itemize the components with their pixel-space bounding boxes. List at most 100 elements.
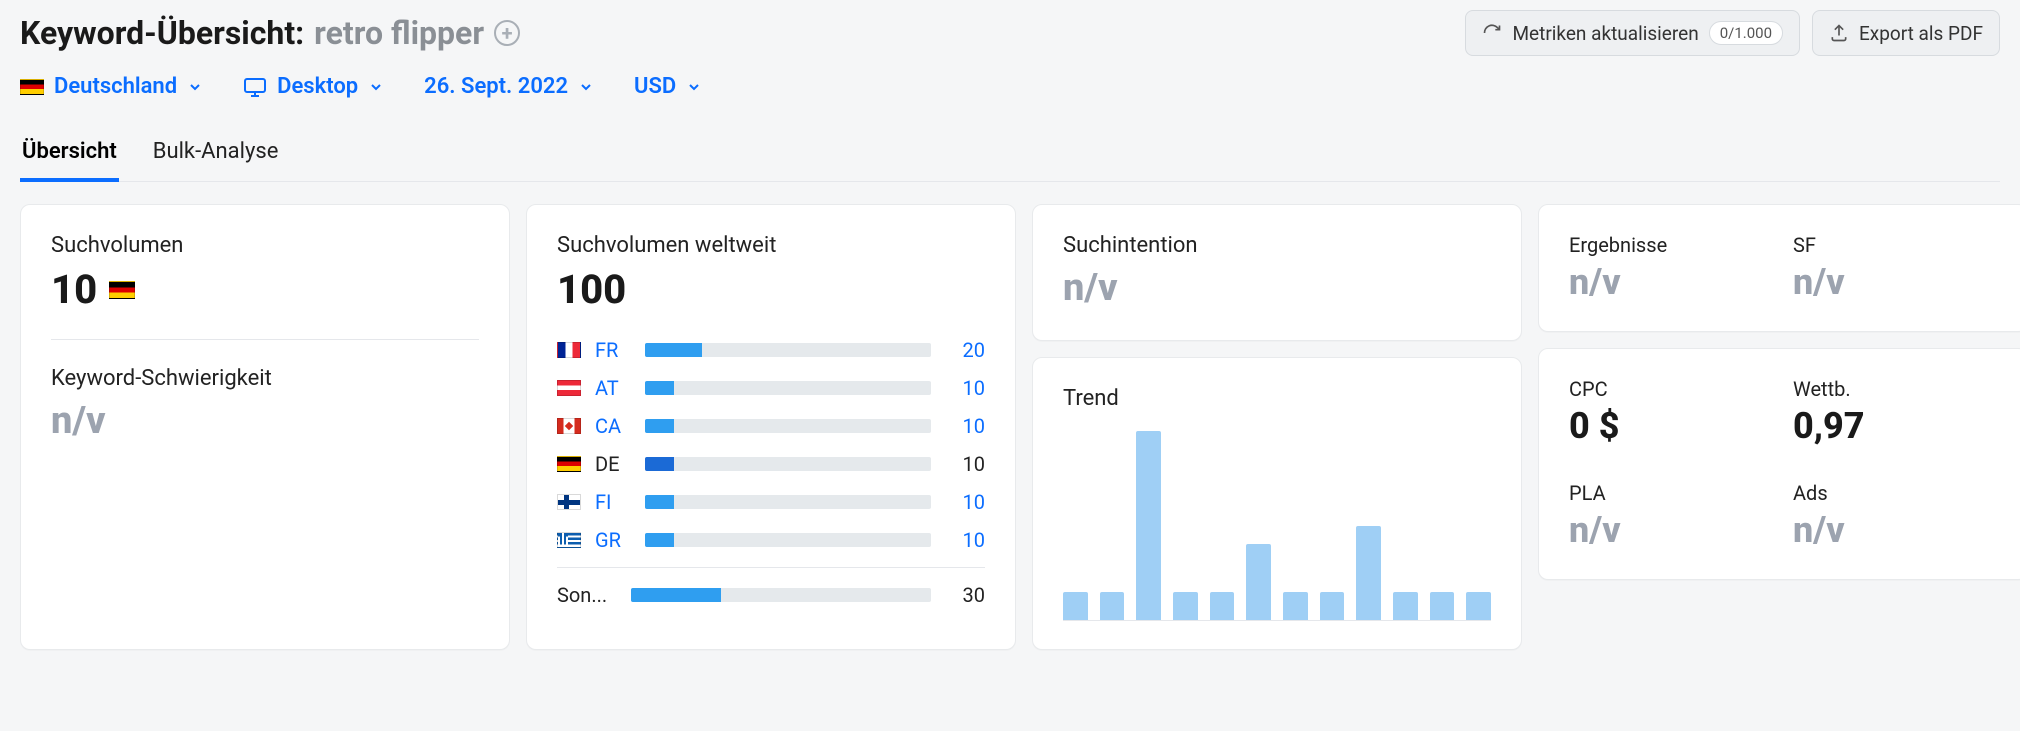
country-row-fi[interactable]: FI 10 [557, 483, 985, 521]
trend-chart [1063, 431, 1491, 621]
search-volume-number: 10 [51, 266, 97, 313]
cpc-label: CPC [1569, 377, 1773, 401]
trend-bar [1136, 431, 1161, 620]
currency-filter-label: USD [634, 74, 676, 99]
flag-fr-icon [557, 342, 581, 358]
volume-bar [645, 533, 931, 547]
metric-cpc: CPC 0 $ [1569, 377, 1773, 447]
comp-label: Wettb. [1793, 377, 1997, 401]
metric-sf: SF n/v [1793, 233, 1997, 303]
refresh-label: Metriken aktualisieren [1512, 22, 1698, 45]
country-volume-value: 10 [945, 528, 985, 552]
trend-bar [1320, 592, 1345, 620]
country-code: DE [595, 452, 631, 476]
results-label: Ergebnisse [1569, 233, 1773, 257]
country-row-fr[interactable]: FR20 [557, 331, 985, 369]
country-filter[interactable]: Deutschland [20, 74, 203, 99]
date-filter[interactable]: 26. Sept. 2022 [424, 74, 594, 99]
country-row-gr[interactable]: GR 10 [557, 521, 985, 559]
tab-bulk[interactable]: Bulk-Analyse [151, 129, 281, 181]
title-prefix: Keyword-Übersicht: [20, 14, 304, 52]
sf-label: SF [1793, 233, 1997, 257]
tab-bar: Übersicht Bulk-Analyse [20, 129, 2000, 182]
country-code: GR [595, 528, 631, 552]
chevron-down-icon [578, 79, 594, 95]
chevron-down-icon [686, 79, 702, 95]
trend-bar [1430, 592, 1455, 620]
ads-value: n/v [1793, 509, 1997, 551]
search-volume-value: 10 [51, 266, 479, 313]
country-volume-value: 10 [945, 452, 985, 476]
trend-bar [1283, 592, 1308, 620]
volume-bar [645, 495, 931, 509]
flag-de-icon [20, 79, 44, 95]
flag-de-icon [557, 456, 581, 472]
volume-bar [645, 381, 931, 395]
intent-value: n/v [1063, 266, 1491, 310]
results-value: n/v [1569, 261, 1773, 303]
card-intent: Suchintention n/v [1032, 204, 1522, 341]
chevron-down-icon [187, 79, 203, 95]
page-title: Keyword-Übersicht: retro flipper + [20, 14, 520, 52]
country-code: FR [595, 338, 631, 362]
export-icon [1829, 23, 1849, 43]
trend-bar [1393, 592, 1418, 620]
flag-at-icon [557, 380, 581, 396]
flag-ca-icon [557, 418, 581, 434]
trend-bar [1246, 544, 1271, 620]
trend-bar [1100, 592, 1125, 620]
divider [51, 339, 479, 340]
volume-bar [631, 588, 931, 602]
country-code: CA [595, 414, 631, 438]
country-code: FI [595, 490, 631, 514]
export-label: Export als PDF [1859, 22, 1983, 45]
keyword-value: retro flipper [314, 14, 484, 52]
metric-pla: PLA n/v [1569, 481, 1773, 551]
card-trend: Trend [1032, 357, 1522, 650]
desktop-icon [243, 75, 267, 99]
country-volume-value: 10 [945, 414, 985, 438]
metric-results: Ergebnisse n/v [1569, 233, 1773, 303]
other-label: Son... [557, 583, 617, 607]
country-code: AT [595, 376, 631, 400]
card-global-volume: Suchvolumen weltweit 100 FR20AT10CA10DE1… [526, 204, 1016, 650]
country-row-at[interactable]: AT10 [557, 369, 985, 407]
intent-title: Suchintention [1063, 233, 1491, 258]
country-volume-value: 30 [945, 583, 985, 607]
card-search-volume: Suchvolumen 10 Keyword-Schwierigkeit n/v [20, 204, 510, 650]
card-cpc-comp-pla-ads: CPC 0 $ Wettb. 0,97 PLA n/v Ads n/v [1538, 348, 2020, 580]
device-filter[interactable]: Desktop [243, 74, 384, 99]
trend-bar [1173, 592, 1198, 620]
currency-filter[interactable]: USD [634, 74, 702, 99]
export-pdf-button[interactable]: Export als PDF [1812, 10, 2000, 56]
pla-value: n/v [1569, 509, 1773, 551]
chevron-down-icon [368, 79, 384, 95]
date-filter-label: 26. Sept. 2022 [424, 74, 568, 99]
flag-de-icon [109, 281, 135, 299]
ads-label: Ads [1793, 481, 1997, 505]
trend-bar [1356, 526, 1381, 621]
tab-overview[interactable]: Übersicht [20, 129, 119, 182]
trend-bar [1466, 592, 1491, 620]
flag-gr-icon [557, 532, 581, 548]
global-volume-total: 100 [557, 266, 985, 313]
keyword-difficulty-title: Keyword-Schwierigkeit [51, 366, 479, 391]
refresh-icon [1482, 23, 1502, 43]
refresh-metrics-button[interactable]: Metriken aktualisieren 0/1.000 [1465, 10, 1800, 56]
sf-value: n/v [1793, 261, 1997, 303]
country-volume-list: FR20AT10 CA 10 DE 10 FI 10 GR 10 Son... 30 [557, 331, 985, 614]
divider [557, 567, 985, 568]
metric-ads: Ads n/v [1793, 481, 1997, 551]
country-row-other: Son... 30 [557, 576, 985, 614]
card-results-sf: Ergebnisse n/v SF n/v [1538, 204, 2020, 332]
trend-bar [1063, 592, 1088, 620]
trend-bar [1210, 592, 1235, 620]
search-volume-title: Suchvolumen [51, 233, 479, 258]
add-keyword-button[interactable]: + [494, 20, 520, 46]
country-volume-value: 10 [945, 490, 985, 514]
pla-label: PLA [1569, 481, 1773, 505]
keyword-difficulty-value: n/v [51, 399, 479, 443]
volume-bar [645, 343, 931, 357]
country-row-ca[interactable]: CA 10 [557, 407, 985, 445]
country-filter-label: Deutschland [54, 74, 177, 99]
